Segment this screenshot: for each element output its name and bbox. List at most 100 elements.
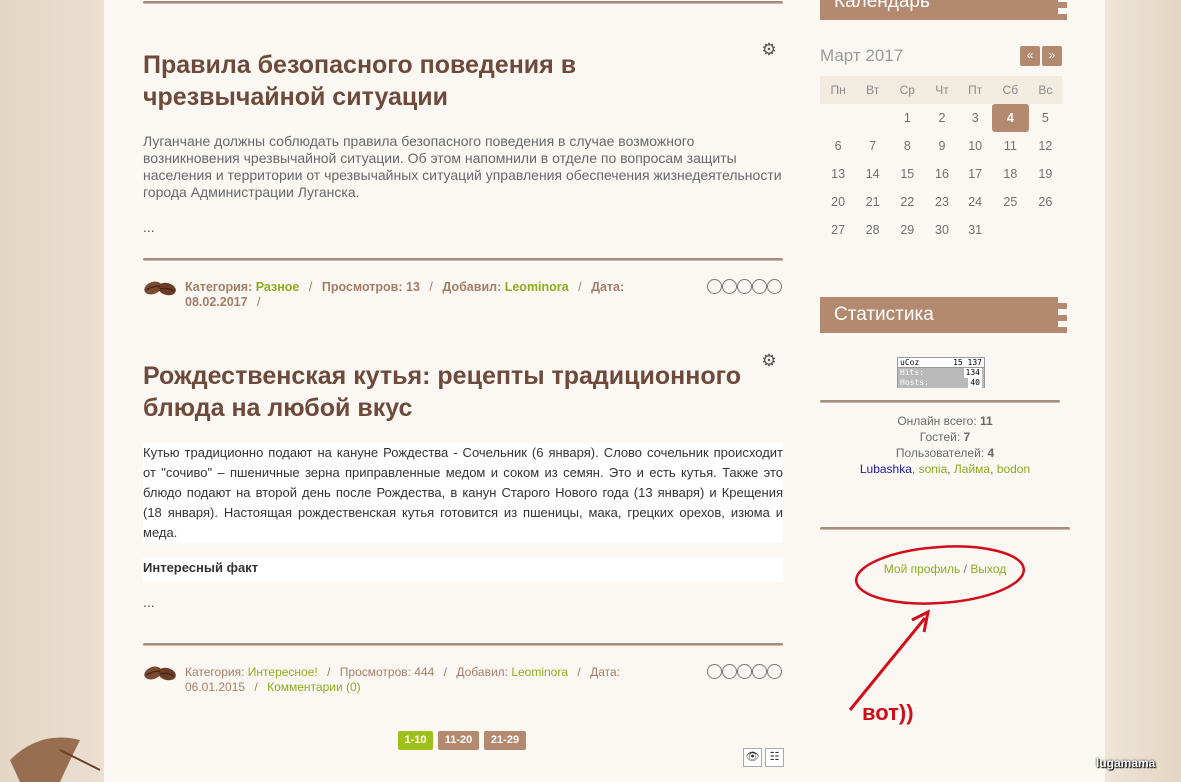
rating-star[interactable]: [737, 664, 752, 679]
online-user-link[interactable]: Lubashka: [860, 462, 912, 476]
calendar-weekday: Вт: [856, 76, 890, 104]
coffee-beans-icon: [144, 666, 176, 681]
list-view-icon[interactable]: ☷: [765, 748, 784, 767]
calendar-prev-button[interactable]: «: [1020, 46, 1040, 66]
author-link[interactable]: Leominora: [505, 280, 569, 294]
calendar-day[interactable]: 27: [820, 216, 856, 244]
calendar-day[interactable]: 13: [820, 160, 856, 188]
annotation-text: вот)): [862, 700, 914, 725]
calendar-day[interactable]: 20: [820, 188, 856, 216]
calendar-day[interactable]: 8: [889, 132, 925, 160]
calendar-weekday: Чт: [925, 76, 959, 104]
rating-star[interactable]: [722, 279, 737, 294]
views-count: 444: [414, 665, 435, 679]
calendar-day[interactable]: 29: [889, 216, 925, 244]
calendar-day[interactable]: 28: [856, 216, 889, 244]
divider: [143, 643, 783, 646]
annotation-overlay: [848, 545, 1026, 711]
calendar-day[interactable]: 15: [889, 160, 925, 188]
calendar-empty: [1029, 216, 1062, 244]
online-user-link[interactable]: bodon: [997, 462, 1030, 476]
calendar-day[interactable]: 30: [925, 216, 958, 244]
rating-stars[interactable]: [707, 279, 782, 294]
rating-star[interactable]: [722, 664, 737, 679]
eye-icon[interactable]: 👁: [743, 748, 762, 767]
views-count: 13: [406, 280, 420, 294]
post-date: 06.01.2015: [185, 680, 246, 694]
post-title[interactable]: Рождественская кутья: рецепты традиционн…: [143, 360, 763, 424]
category-link[interactable]: Разное: [256, 280, 300, 294]
rating-stars[interactable]: [707, 664, 782, 679]
post-title[interactable]: Правила безопасного поведения в чрезвыча…: [143, 49, 763, 113]
watermark: lugamama: [1096, 756, 1156, 770]
calendar-day[interactable]: 2: [925, 104, 958, 132]
coffee-beans-icon: [144, 281, 176, 296]
page-link[interactable]: 11-20: [438, 731, 479, 750]
calendar-empty: [992, 216, 1029, 244]
calendar-day[interactable]: 12: [1029, 132, 1062, 160]
calendar-empty: [820, 104, 856, 132]
rating-star[interactable]: [707, 279, 722, 294]
comments-link[interactable]: Комментарии (0): [267, 680, 361, 694]
calendar-weekday: Пн: [820, 76, 857, 104]
calendar-weekday: Вс: [1028, 76, 1062, 104]
counter-hosts: 40: [968, 378, 982, 388]
ucoz-counter[interactable]: uCoz 15 137 Hits: 134 Hosts: 40: [897, 357, 985, 388]
calendar-day[interactable]: 3: [958, 104, 991, 132]
calendar-day[interactable]: 21: [856, 188, 889, 216]
calendar-day[interactable]: 16: [925, 160, 958, 188]
calendar-day[interactable]: 7: [856, 132, 889, 160]
calendar-month: Март 2017: [820, 46, 904, 65]
calendar-day[interactable]: 10: [958, 132, 991, 160]
calendar-title: Календарь: [820, 0, 1068, 20]
background-left: [0, 0, 104, 782]
calendar-day[interactable]: 6: [820, 132, 856, 160]
calendar-day[interactable]: 14: [856, 160, 889, 188]
calendar-empty: [856, 104, 889, 132]
divider: [143, 258, 783, 261]
online-total: Онлайн всего: 11: [897, 414, 993, 428]
fact-heading: Интересный факт: [143, 558, 783, 582]
calendar-day[interactable]: 11: [992, 132, 1029, 160]
rating-star[interactable]: [767, 279, 782, 294]
rating-star[interactable]: [707, 664, 722, 679]
online-user-link[interactable]: sonia: [919, 462, 948, 476]
divider: [820, 527, 1070, 530]
calendar-day[interactable]: 4: [991, 104, 1029, 132]
page-link[interactable]: 21-29: [484, 731, 526, 750]
counter-brand: uCoz: [900, 358, 920, 367]
online-users: Пользователей: 4: [895, 446, 995, 460]
calendar-day[interactable]: 1: [889, 104, 925, 132]
read-more[interactable]: ...: [143, 219, 155, 235]
calendar-day[interactable]: 17: [958, 160, 991, 188]
post-meta: Категория: Интересное! / Просмотров: 444…: [185, 665, 620, 694]
calendar-day[interactable]: 23: [925, 188, 958, 216]
date-label: Дата:: [590, 665, 620, 679]
counter-hosts-label: Hosts:: [900, 378, 929, 387]
calendar-grid: Пн Вт Ср Чт Пт Сб Вс 1 2 3 4 5 6 7 8 9 10 11 12 13 14 15 16 17…: [820, 76, 1062, 244]
calendar-day[interactable]: 31: [958, 216, 991, 244]
calendar-day[interactable]: 25: [992, 188, 1029, 216]
calendar-day[interactable]: 22: [889, 188, 925, 216]
calendar-next-button[interactable]: »: [1042, 46, 1062, 66]
calendar-day[interactable]: 24: [958, 188, 991, 216]
views-label: Просмотров:: [321, 280, 403, 294]
category-link[interactable]: Интересное!: [248, 665, 318, 679]
rating-star[interactable]: [767, 664, 782, 679]
rating-star[interactable]: [752, 279, 767, 294]
page-link-current[interactable]: 1-10: [398, 731, 433, 750]
calendar-day[interactable]: 19: [1029, 160, 1062, 188]
calendar-weekday: Ср: [889, 76, 926, 104]
online-user-list: Lubashka, sonia, Лайма, bodon: [859, 462, 1031, 476]
calendar-day[interactable]: 5: [1029, 104, 1062, 132]
author-link[interactable]: Leominora: [511, 665, 568, 679]
rating-star[interactable]: [752, 664, 767, 679]
calendar-day[interactable]: 18: [992, 160, 1029, 188]
read-more[interactable]: ...: [143, 594, 155, 610]
online-guests: Гостей: 7: [919, 430, 971, 444]
calendar-day[interactable]: 26: [1029, 188, 1062, 216]
calendar-day[interactable]: 9: [925, 132, 958, 160]
views-label: Просмотров:: [339, 665, 411, 679]
online-user-link[interactable]: Лайма: [954, 462, 990, 476]
rating-star[interactable]: [737, 279, 752, 294]
